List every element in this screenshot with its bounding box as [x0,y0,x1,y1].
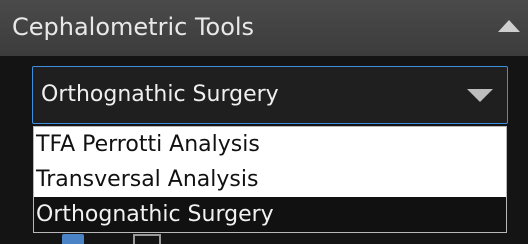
option-tfa-perrotti-analysis[interactable]: TFA Perrotti Analysis [34,127,506,162]
tool-icon-frame[interactable] [133,234,161,244]
analysis-select[interactable]: Orthognathic Surgery [32,66,508,124]
option-transversal-analysis[interactable]: Transversal Analysis [34,162,506,197]
chevron-down-icon[interactable] [467,89,493,102]
analysis-select-value: Orthognathic Surgery [41,82,279,107]
panel-title: Cephalometric Tools [12,13,255,41]
panel-header[interactable]: Cephalometric Tools [0,0,528,56]
cephalometric-tools-panel: Cephalometric Tools Orthognathic Surgery… [0,0,528,244]
triangle-up-icon[interactable] [498,20,520,32]
analysis-dropdown-list: TFA Perrotti Analysis Transversal Analys… [33,126,507,233]
tool-icon-blue[interactable] [62,234,84,244]
option-orthognathic-surgery[interactable]: Orthognathic Surgery [34,197,506,232]
